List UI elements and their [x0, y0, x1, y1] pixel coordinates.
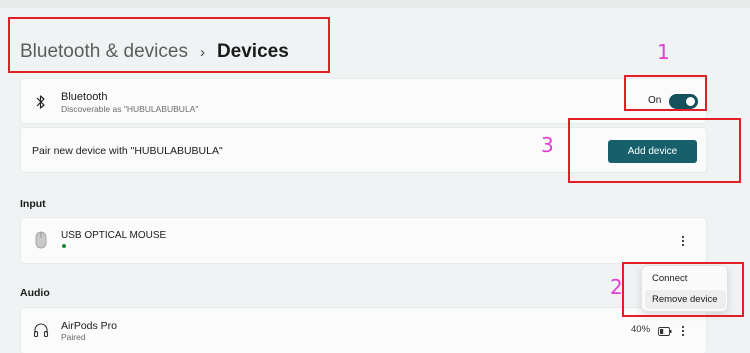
input-device-row[interactable]: USB OPTICAL MOUSE — [20, 217, 707, 264]
annotation-box-add-device — [568, 118, 741, 183]
pair-device-text: Pair new device with "HUBULABUBULA" — [32, 145, 223, 157]
annotation-box-breadcrumb — [8, 17, 330, 73]
headphones-icon — [31, 320, 51, 340]
mouse-icon — [31, 230, 51, 250]
bluetooth-icon — [31, 92, 51, 112]
audio-device-name: AirPods Pro — [61, 320, 118, 332]
input-device-name: USB OPTICAL MOUSE — [61, 230, 167, 241]
annotation-number-1: 1 — [657, 40, 670, 64]
audio-device-status: Paired — [61, 332, 86, 342]
annotation-number-2: 2 — [610, 275, 623, 299]
top-strip — [0, 0, 750, 8]
bluetooth-title: Bluetooth — [61, 91, 108, 103]
audio-device-row[interactable]: AirPods Pro Paired 40% — [20, 307, 707, 353]
battery-percentage: 40% — [631, 324, 651, 335]
annotation-box-menu — [622, 262, 744, 317]
battery-icon — [658, 323, 672, 341]
annotation-number-3: 3 — [541, 133, 554, 157]
more-options-icon[interactable] — [677, 233, 689, 249]
more-options-icon[interactable] — [677, 323, 689, 339]
bluetooth-subtitle: Discoverable as "HUBULABUBULA" — [61, 104, 199, 114]
annotation-box-toggle — [624, 75, 707, 111]
section-label-audio: Audio — [20, 287, 50, 299]
section-label-input: Input — [20, 198, 46, 210]
connected-status-dot — [62, 244, 66, 248]
